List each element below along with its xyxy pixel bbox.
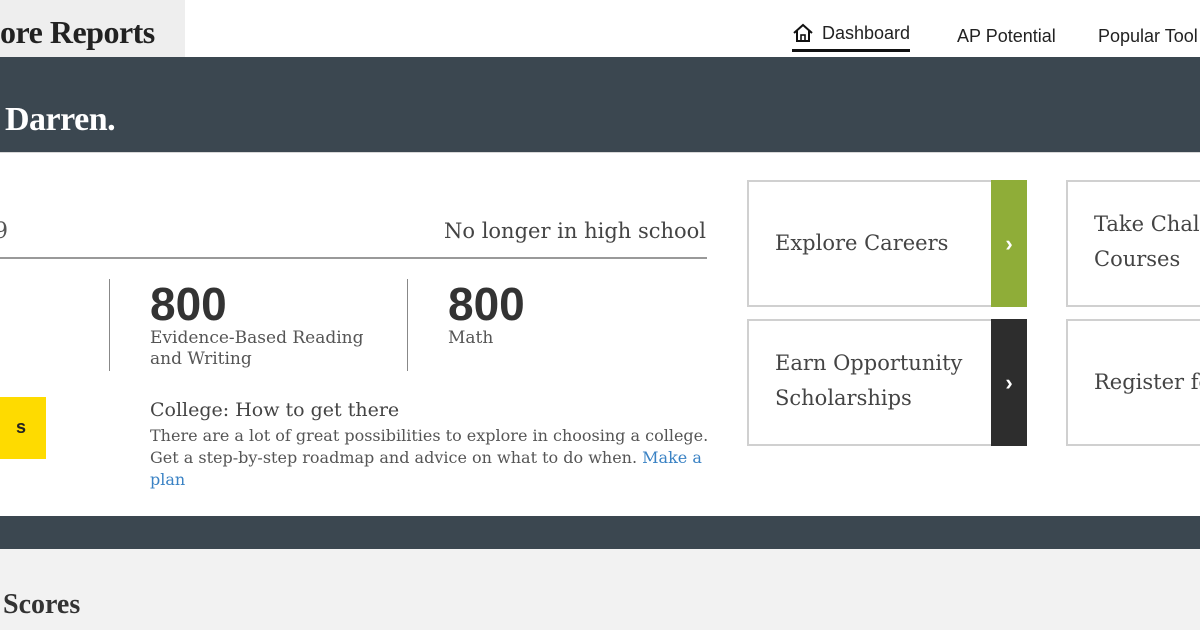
nav-dashboard[interactable]: Dashboard — [792, 22, 911, 52]
app-title: ore Reports — [0, 14, 155, 50]
tile-explore-careers[interactable]: Explore Careers › — [747, 180, 1027, 307]
test-date-fragment: 9 — [0, 219, 8, 244]
math-score-value: 800 — [448, 278, 525, 330]
cta-button[interactable]: s — [0, 397, 46, 459]
tile-arrow-bar: › — [991, 319, 1027, 446]
divider — [109, 279, 110, 371]
tile-label: Register fo — [1094, 370, 1200, 394]
chevron-right-icon: › — [1005, 369, 1013, 395]
erw-score-label: Evidence-Based Reading and Writing — [150, 328, 364, 369]
welcome-banner: Darren. — [0, 57, 1200, 152]
nav-dashboard-label: Dashboard — [822, 22, 911, 43]
divider — [407, 279, 408, 371]
tile-label: Explore Careers — [775, 231, 949, 255]
cta-button-label: s — [15, 417, 26, 437]
nav-popular-tools[interactable]: Popular Tool — [1098, 26, 1198, 47]
tile-earn-scholarships[interactable]: Earn Opportunity Scholarships › — [747, 319, 1027, 446]
tile-register[interactable]: Register fo — [1066, 319, 1200, 446]
divider — [0, 257, 707, 259]
tile-label: Take Chal Courses — [1094, 212, 1200, 271]
top-header: ore Reports Dashboard AP Potential Popul… — [0, 0, 1200, 57]
section-divider-bar — [0, 516, 1200, 549]
tile-arrow-bar: › — [991, 180, 1027, 307]
math-score-label: Math — [448, 328, 494, 348]
section-title: Scores — [3, 589, 81, 620]
score-summary-panel: 9 No longer in high school 800 Evidence-… — [0, 152, 1200, 516]
home-icon — [793, 23, 813, 43]
greeting-text: Darren. — [5, 101, 116, 138]
scores-section: Scores — [0, 549, 1200, 630]
plan-title: College: How to get there — [150, 399, 400, 421]
tile-label: Earn Opportunity Scholarships — [775, 351, 963, 410]
chevron-right-icon: › — [1005, 230, 1013, 256]
plan-text: There are a lot of great possibilities t… — [150, 426, 709, 467]
high-school-status: No longer in high school — [444, 219, 707, 243]
plan-description: There are a lot of great possibilities t… — [150, 425, 710, 491]
brand-area: ore Reports — [0, 0, 185, 57]
erw-score-value: 800 — [150, 278, 227, 330]
tile-take-challenging-courses[interactable]: Take Chal Courses — [1066, 180, 1200, 307]
nav-ap-potential[interactable]: AP Potential — [957, 26, 1056, 47]
